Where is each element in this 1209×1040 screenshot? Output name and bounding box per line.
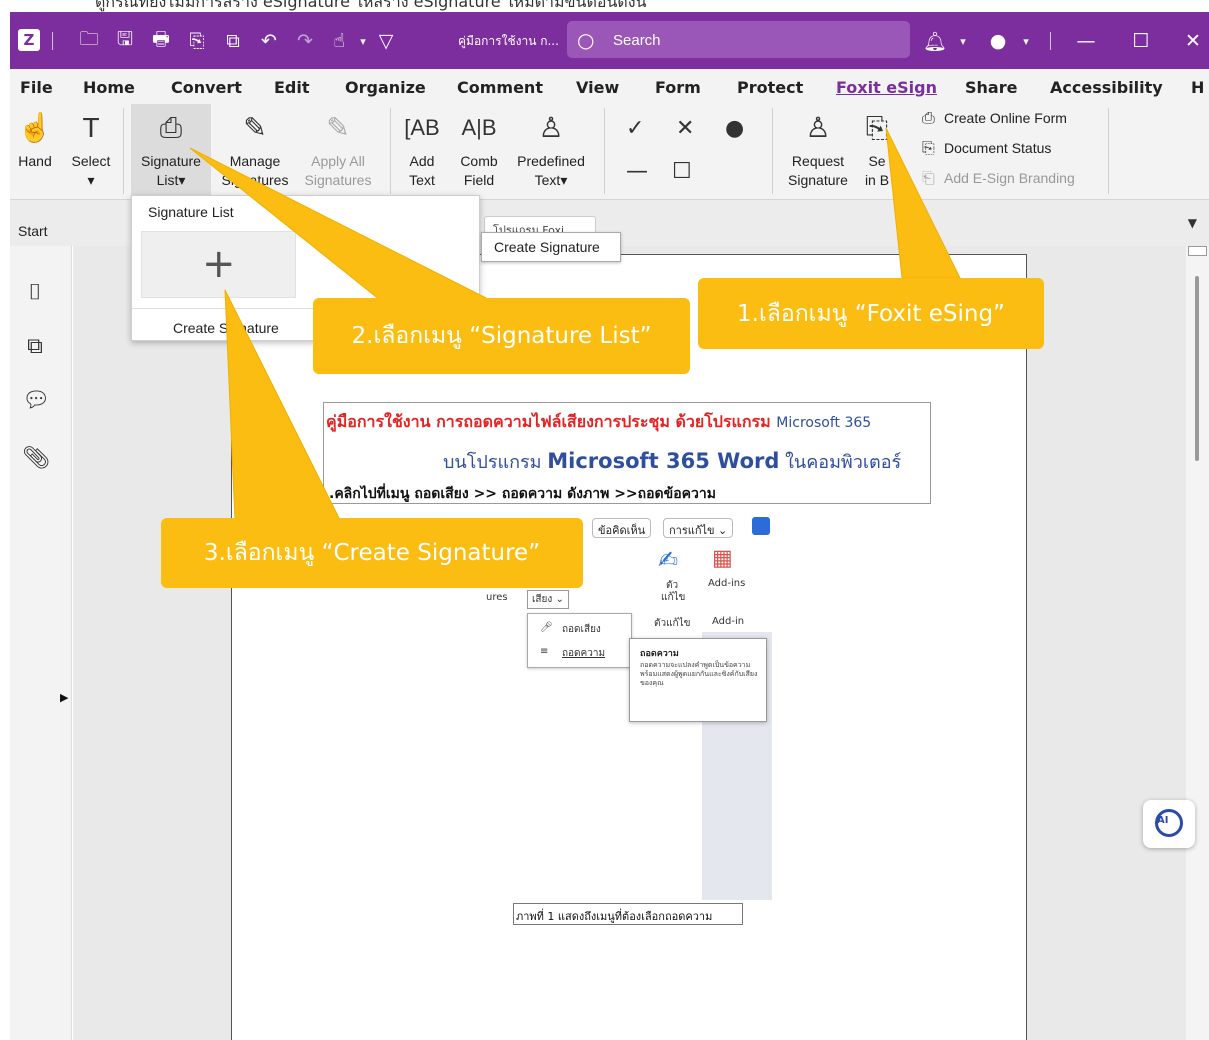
arrow-step1 — [885, 127, 961, 279]
ai-assistant-button[interactable]: AI — [1143, 800, 1195, 848]
callout-step1: 1.เลือกเมนู “Foxit eSing” — [698, 278, 1044, 349]
ai-label: AI — [1157, 815, 1169, 826]
callout-step2: 2.เลือกเมนู “Signature List” — [313, 298, 690, 374]
arrow-step2 — [189, 147, 491, 301]
callout-step3: 3.เลือกเมนู “Create Signature” — [161, 518, 583, 588]
